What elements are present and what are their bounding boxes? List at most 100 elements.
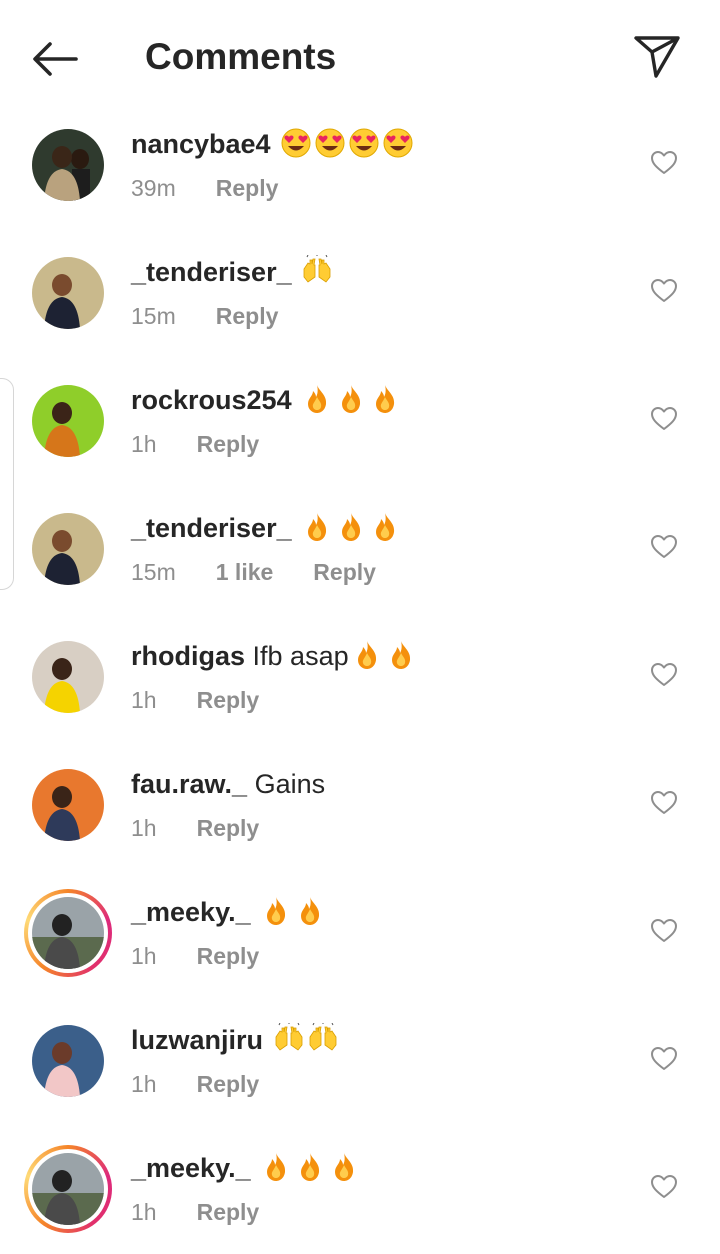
- avatar[interactable]: [24, 889, 112, 977]
- comment-username[interactable]: rhodigas: [131, 641, 245, 671]
- heart-eyes-emoji-icon: [315, 128, 345, 158]
- comment-username[interactable]: _tenderiser_: [131, 513, 292, 543]
- reply-button[interactable]: Reply: [197, 813, 260, 843]
- fire-emoji-icon: [301, 1153, 320, 1181]
- avatar[interactable]: [32, 385, 104, 457]
- back-button[interactable]: [26, 34, 82, 84]
- comment-timestamp: 1h: [131, 815, 157, 841]
- fire-emoji-icon: [308, 385, 327, 413]
- comment-username[interactable]: luzwanjiru: [131, 1025, 263, 1055]
- comment-timestamp: 15m: [131, 559, 176, 585]
- comment-timestamp: 39m: [131, 175, 176, 201]
- like-button[interactable]: [650, 662, 678, 688]
- avatar-image: [32, 1153, 104, 1225]
- heart-outline-icon: [651, 791, 677, 814]
- arrow-left-icon: [33, 42, 78, 76]
- avatar-image: [32, 385, 104, 457]
- comment-username[interactable]: _tenderiser_: [131, 257, 292, 287]
- fire-emoji-icon: [342, 513, 361, 541]
- comment-body: rhodigas Ifb asap: [131, 638, 417, 674]
- reply-button[interactable]: Reply: [197, 1197, 260, 1227]
- heart-outline-icon: [651, 663, 677, 686]
- comment-row: _tenderiser_ 15m Reply: [0, 230, 720, 358]
- reply-button[interactable]: Reply: [216, 173, 279, 203]
- comment-username[interactable]: _meeky._: [131, 897, 251, 927]
- comment-timestamp: 1h: [131, 1199, 157, 1225]
- avatar[interactable]: [24, 1145, 112, 1233]
- comment-timestamp: 15m: [131, 303, 176, 329]
- comment-username[interactable]: fau.raw._: [131, 769, 247, 799]
- comment-body: luzwanjiru: [131, 1022, 339, 1058]
- like-button[interactable]: [650, 406, 678, 432]
- like-button[interactable]: [650, 278, 678, 304]
- fire-emoji-icon: [301, 897, 320, 925]
- comment-body: nancybae4: [131, 126, 414, 162]
- avatar[interactable]: [32, 513, 104, 585]
- heart-outline-icon: [651, 1047, 677, 1070]
- reply-button[interactable]: Reply: [313, 557, 376, 587]
- comment-row: _meeky._ 1h Reply: [0, 870, 720, 998]
- page-title: Comments: [145, 36, 337, 77]
- share-button[interactable]: [628, 28, 684, 82]
- avatar-image: [32, 1025, 104, 1097]
- fire-emoji-icon: [267, 897, 286, 925]
- comment-meta: 15m 1 like Reply: [131, 557, 376, 587]
- comment-username[interactable]: _meeky._: [131, 1153, 251, 1183]
- heart-eyes-emoji-icon: [281, 128, 311, 158]
- like-button[interactable]: [650, 1174, 678, 1200]
- avatar[interactable]: [32, 1025, 104, 1097]
- fire-emoji-icon: [267, 1153, 286, 1181]
- comment-meta: 1h Reply: [131, 941, 259, 971]
- comment-body: rockrous254: [131, 382, 401, 418]
- like-button[interactable]: [650, 918, 678, 944]
- comment-timestamp: 1h: [131, 1071, 157, 1097]
- comment-meta: 1h Reply: [131, 813, 259, 843]
- paper-plane-icon: [634, 36, 680, 78]
- fire-emoji-icon: [376, 513, 395, 541]
- avatar-image: [32, 769, 104, 841]
- comment-meta: 1h Reply: [131, 1069, 259, 1099]
- avatar[interactable]: [32, 129, 104, 201]
- heart-outline-icon: [651, 407, 677, 430]
- reply-button[interactable]: Reply: [197, 429, 260, 459]
- avatar[interactable]: [32, 769, 104, 841]
- heart-outline-icon: [651, 1175, 677, 1198]
- comment-username[interactable]: rockrous254: [131, 385, 292, 415]
- like-button[interactable]: [650, 1046, 678, 1072]
- avatar-image: [32, 129, 104, 201]
- comment-row: _meeky._ 1h Reply: [0, 1126, 720, 1254]
- avatar-image: [32, 641, 104, 713]
- heart-outline-icon: [651, 151, 677, 174]
- avatar-image: [32, 257, 104, 329]
- comment-timestamp: 1h: [131, 943, 157, 969]
- fire-emoji-icon: [391, 641, 410, 669]
- reply-button[interactable]: Reply: [216, 301, 279, 331]
- reply-button[interactable]: Reply: [197, 941, 260, 971]
- like-button[interactable]: [650, 534, 678, 560]
- comment-like-count[interactable]: 1 like: [216, 557, 274, 587]
- comment-username[interactable]: nancybae4: [131, 129, 271, 159]
- reply-button[interactable]: Reply: [197, 1069, 260, 1099]
- heart-outline-icon: [651, 279, 677, 302]
- fire-emoji-icon: [342, 385, 361, 413]
- avatar-image: [32, 897, 104, 969]
- heart-eyes-emoji-icon: [349, 128, 379, 158]
- comment-timestamp: 1h: [131, 687, 157, 713]
- comment-meta: 15m Reply: [131, 301, 278, 331]
- avatar[interactable]: [32, 641, 104, 713]
- comment-row: _tenderiser_ 15m 1 like Reply: [0, 486, 720, 614]
- like-button[interactable]: [650, 150, 678, 176]
- like-button[interactable]: [650, 790, 678, 816]
- comment-row: fau.raw._ Gains 1h Reply: [0, 742, 720, 870]
- raised-hands-emoji-icon: [303, 255, 331, 283]
- comment-meta: 39m Reply: [131, 173, 278, 203]
- avatar[interactable]: [32, 257, 104, 329]
- raised-hands-emoji-icon: [309, 1023, 336, 1051]
- comment-meta: 1h Reply: [131, 429, 259, 459]
- comment-row: rhodigas Ifb asap 1h Reply: [0, 614, 720, 742]
- comment-text: Ifb asap: [252, 641, 349, 671]
- reply-button[interactable]: Reply: [197, 685, 260, 715]
- comment-timestamp: 1h: [131, 431, 157, 457]
- heart-outline-icon: [651, 919, 677, 942]
- comment-text: Gains: [254, 769, 326, 799]
